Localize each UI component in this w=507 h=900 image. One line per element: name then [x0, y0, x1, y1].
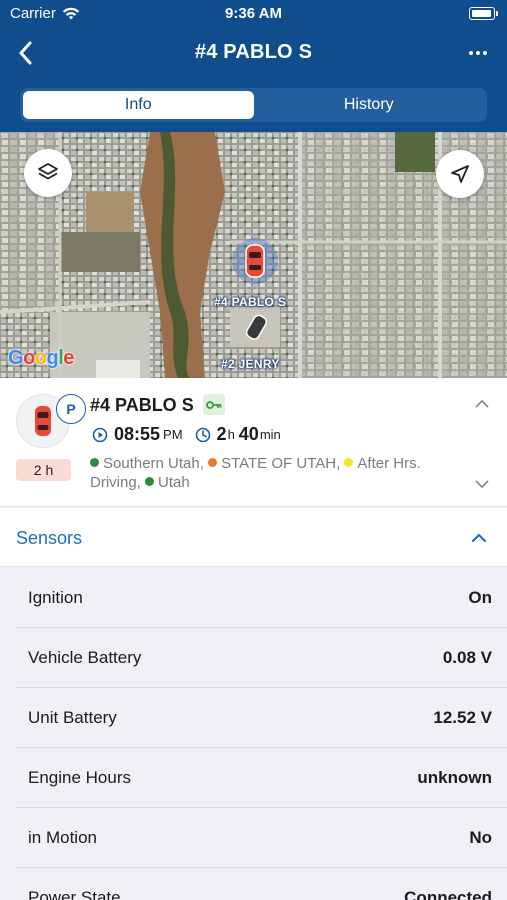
- sensor-value: unknown: [417, 768, 492, 787]
- car-icon: [35, 406, 51, 436]
- more-dot: [469, 51, 473, 55]
- vehicle-name: #4 PABLO S: [90, 395, 194, 415]
- car-icon: [245, 244, 265, 278]
- sensor-list: Ignition On Vehicle Battery 0.08 V Unit …: [16, 568, 507, 900]
- sensor-row-engine-hours: Engine Hours unknown: [16, 748, 507, 808]
- parking-badge: P: [56, 394, 86, 424]
- google-attribution: Google: [8, 347, 74, 369]
- group-name: STATE OF UTAH,: [221, 455, 341, 472]
- group-dot: [344, 458, 354, 467]
- header: Carrier 9:36 AM #4 PABLO S Info History: [0, 0, 507, 132]
- elapsed-hours-unit: h: [227, 427, 235, 442]
- expand-groups-button[interactable]: [471, 473, 493, 495]
- sensor-row-vehicle-battery: Vehicle Battery 0.08 V: [16, 628, 507, 688]
- group-dot: [145, 477, 155, 486]
- chevron-up-icon: [475, 399, 489, 407]
- more-dot: [476, 51, 480, 55]
- map-label-jenry: #2 JENRY: [221, 357, 280, 371]
- group-dot: [208, 458, 218, 467]
- vehicle-marker-jenry[interactable]: [236, 307, 276, 347]
- vehicle-marker-pablo[interactable]: [232, 238, 278, 284]
- key-icon: [203, 394, 225, 415]
- elapsed-minutes-unit: min: [259, 427, 281, 442]
- sensor-name: Unit Battery: [28, 708, 117, 727]
- group-tag: Southern Utah,: [90, 455, 204, 472]
- sensor-row-ignition: Ignition On: [16, 568, 507, 628]
- sensor-name: Vehicle Battery: [28, 648, 142, 667]
- locate-button[interactable]: [436, 150, 484, 198]
- group-name: Southern Utah,: [103, 455, 204, 472]
- clock: 9:36 AM: [225, 5, 282, 22]
- event-time-suffix: PM: [163, 427, 183, 442]
- sensor-value: 12.52 V: [433, 708, 492, 727]
- chevron-up-icon: [467, 526, 491, 550]
- sensor-value: No: [469, 828, 492, 847]
- more-options-button[interactable]: [463, 40, 493, 66]
- sensor-value: 0.08 V: [442, 648, 492, 667]
- group-tag: STATE OF UTAH,: [208, 455, 340, 472]
- navigation-arrow-icon: [451, 165, 469, 183]
- sensor-row-unit-battery: Unit Battery 12.52 V: [16, 688, 507, 748]
- sensor-row-in-motion: in Motion No: [16, 808, 507, 868]
- group-dot: [90, 458, 99, 467]
- page-title: #4 PABLO S: [194, 41, 313, 63]
- sensor-value: Connected: [404, 888, 492, 900]
- tab-history[interactable]: History: [254, 91, 485, 119]
- tab-info[interactable]: Info: [23, 91, 254, 119]
- sensors-title: Sensors: [16, 528, 83, 548]
- status-bar: Carrier 9:36 AM: [0, 0, 507, 28]
- sensor-row-power-state: Power State Connected: [16, 868, 507, 900]
- group-tag: Utah: [145, 474, 190, 491]
- map-view[interactable]: #4 PABLO S #2 JENRY Google: [0, 132, 507, 378]
- time-row: 08:55 PM 2 h 40 min: [92, 424, 281, 445]
- battery-icon: [469, 7, 498, 20]
- event-time: 08:55: [114, 424, 161, 444]
- sensor-name: in Motion: [28, 828, 97, 847]
- chevron-down-icon: [475, 480, 489, 488]
- sensor-name: Power State: [28, 888, 121, 900]
- more-dot: [483, 51, 487, 55]
- car-icon: [245, 314, 267, 340]
- elapsed-hours: 2: [216, 424, 227, 444]
- group-name: Utah: [158, 474, 190, 491]
- layers-icon: [38, 163, 58, 180]
- duration-badge: 2 h: [16, 459, 71, 481]
- elapsed-minutes: 40: [238, 424, 259, 444]
- sensor-value: On: [468, 588, 492, 607]
- sensor-name: Engine Hours: [28, 768, 132, 787]
- vehicle-groups: Southern Utah, STATE OF UTAH, After Hrs.…: [90, 454, 470, 492]
- collapse-card-button[interactable]: [471, 392, 493, 414]
- vehicle-card[interactable]: P 2 h #4 PABLO S 08:55 PM 2 h 40 min Sou…: [0, 378, 507, 507]
- segmented-control: Info History: [20, 88, 487, 122]
- play-circle-icon: [92, 427, 108, 443]
- map-layers-button[interactable]: [24, 149, 72, 197]
- sensor-name: Ignition: [28, 588, 83, 607]
- clock-icon: [195, 427, 211, 443]
- nav-bar: #4 PABLO S: [0, 28, 507, 78]
- sensors-section-header[interactable]: Sensors: [0, 508, 507, 567]
